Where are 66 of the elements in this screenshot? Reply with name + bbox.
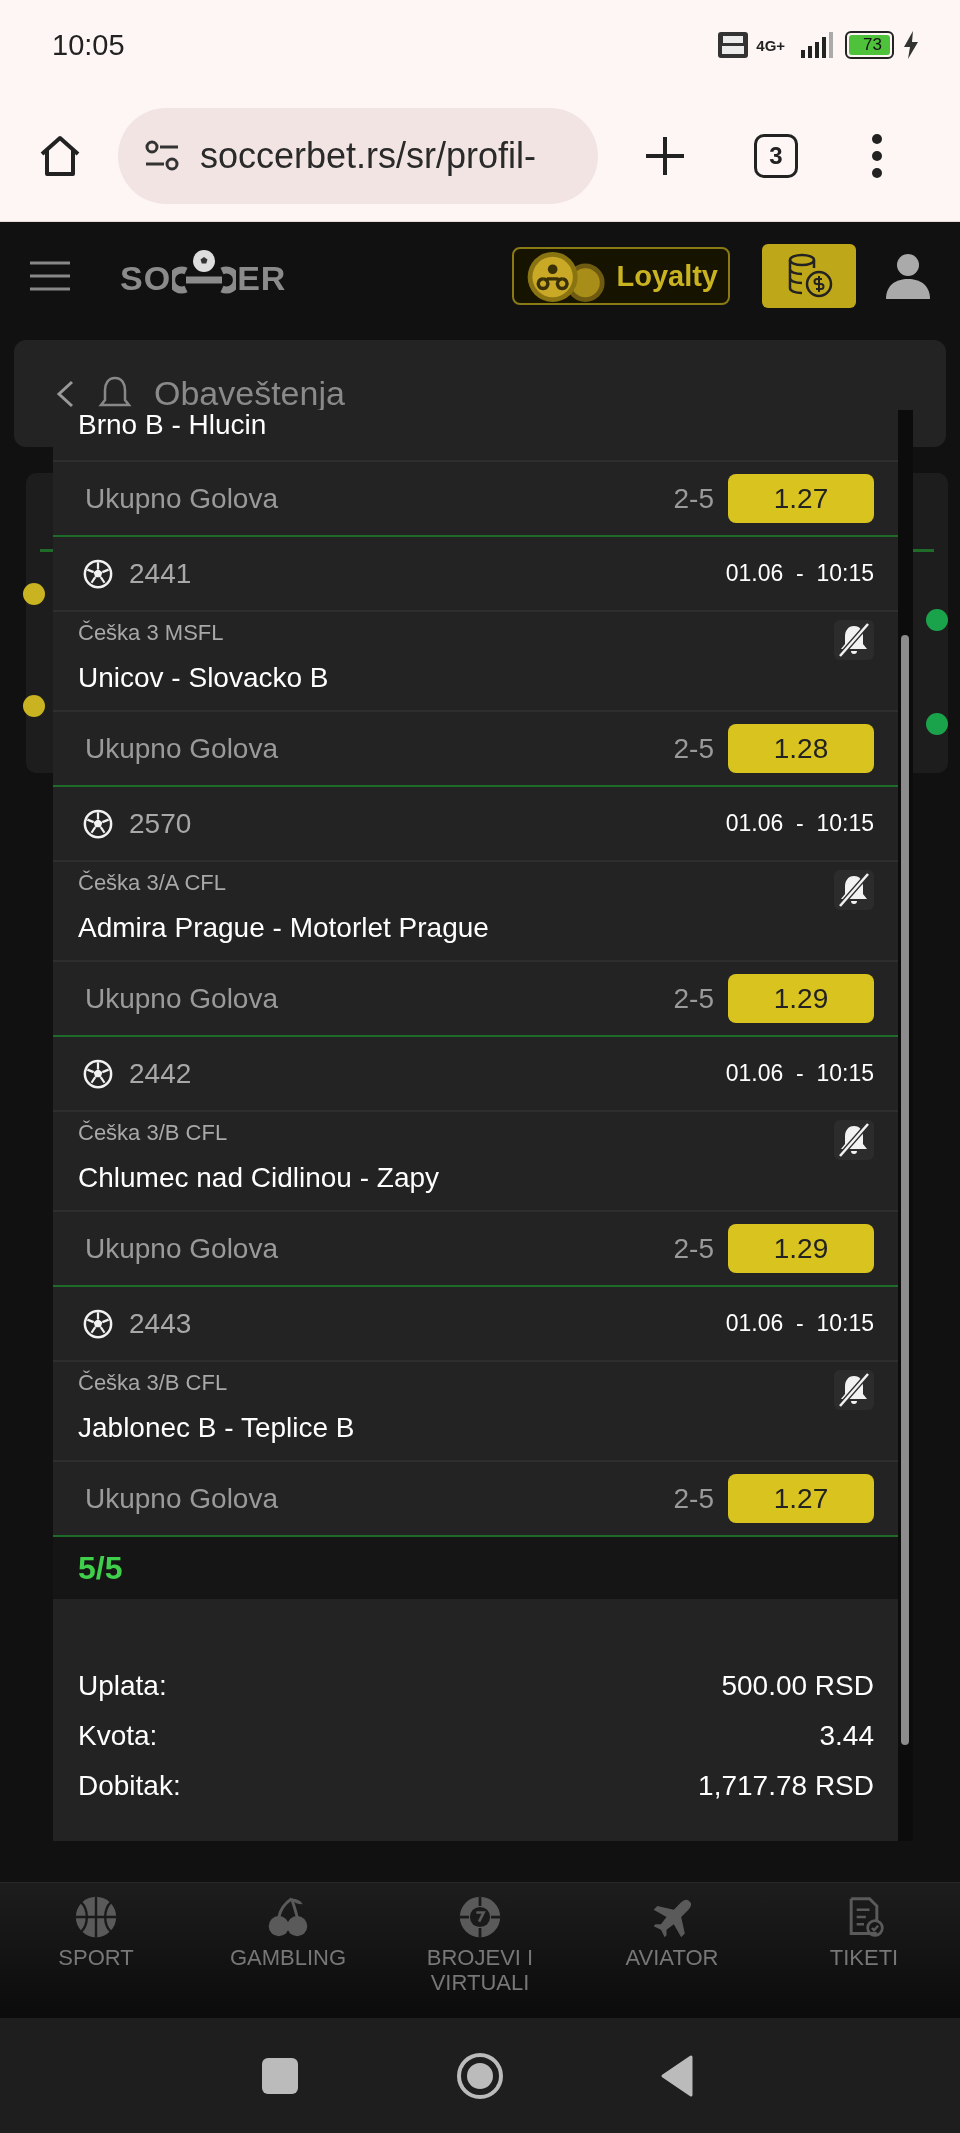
market-name: Ukupno Golova bbox=[85, 982, 279, 1015]
summary-value: 1,717.78 RSD bbox=[698, 1770, 874, 1802]
wallet-button[interactable] bbox=[762, 244, 856, 308]
pick-label: 2-5 bbox=[673, 482, 714, 515]
menu-icon[interactable] bbox=[870, 132, 884, 179]
league-name: Češka 3 MSFL bbox=[78, 620, 224, 646]
odds-button[interactable]: 1.27 bbox=[728, 1474, 874, 1523]
nav-item[interactable]: BROJEVI I VIRTUALI bbox=[415, 1945, 545, 1995]
soccer-logo: SO ER bbox=[120, 247, 287, 295]
cherry-icon bbox=[266, 1895, 310, 1939]
scrollbar-thumb[interactable] bbox=[901, 635, 909, 1745]
battery-indicator: 73 bbox=[845, 31, 894, 59]
match-name: Admira Prague - Motorlet Prague bbox=[78, 912, 489, 943]
summary-label: Uplata: bbox=[78, 1670, 167, 1702]
nav-item[interactable]: SPORT bbox=[31, 1945, 161, 1970]
bell-off-icon[interactable] bbox=[834, 620, 874, 660]
address-bar[interactable]: soccerbet.rs/sr/profil- bbox=[118, 107, 598, 204]
match-code: 2570 bbox=[129, 807, 193, 840]
home-icon[interactable] bbox=[455, 2050, 505, 2101]
status-time: 10:05 bbox=[52, 28, 126, 62]
odds-button[interactable]: 1.27 bbox=[728, 474, 874, 523]
back-icon[interactable] bbox=[54, 378, 76, 409]
basketball-icon bbox=[74, 1895, 118, 1939]
match-code: 2443 bbox=[129, 1307, 193, 1340]
pick-label: 2-5 bbox=[673, 1482, 714, 1515]
nav-item[interactable]: TIKETI bbox=[799, 1945, 929, 1970]
tab-count-button[interactable]: 3 bbox=[754, 133, 798, 178]
league-name: Češka 3/A CFL bbox=[78, 870, 226, 896]
bell-off-icon[interactable] bbox=[834, 870, 874, 910]
match-name: Chlumec nad Cidlinou - Zapy bbox=[78, 1162, 440, 1193]
market-name: Ukupno Golova bbox=[85, 1232, 279, 1265]
page-title: Obaveštenja bbox=[154, 374, 345, 413]
league-name: Češka 3/B CFL bbox=[78, 1370, 228, 1396]
summary-value: 3.44 bbox=[819, 1720, 874, 1752]
summary-label: Kvota: bbox=[78, 1720, 158, 1752]
match-datetime: 01.06 - 10:15 bbox=[725, 1310, 874, 1337]
pick-label: 2-5 bbox=[673, 982, 714, 1015]
market-name: Ukupno Golova bbox=[85, 1482, 279, 1515]
user-icon[interactable] bbox=[886, 253, 930, 299]
odds-button[interactable]: 1.29 bbox=[728, 1224, 874, 1273]
market-name: Ukupno Golova bbox=[85, 482, 279, 515]
market-name: Ukupno Golova bbox=[85, 732, 279, 765]
summary-label: Dobitak: bbox=[78, 1770, 181, 1802]
match-name: Jablonec B - Teplice B bbox=[78, 1412, 355, 1443]
nav-item[interactable]: GAMBLING bbox=[223, 1945, 353, 1970]
league-name: Češka 3/B CFL bbox=[78, 1120, 228, 1146]
match-code: 2441 bbox=[129, 557, 193, 590]
match-datetime: 01.06 - 10:15 bbox=[725, 560, 874, 587]
odds-button[interactable]: 1.29 bbox=[728, 974, 874, 1023]
nav-item[interactable]: AVIATOR bbox=[607, 1945, 737, 1970]
lottery-ball-icon bbox=[458, 1895, 502, 1939]
pick-label: 2-5 bbox=[673, 732, 714, 765]
match-datetime: 01.06 - 10:15 bbox=[725, 810, 874, 837]
network-label: 4G+ bbox=[756, 37, 786, 53]
match-datetime: 01.06 - 10:15 bbox=[725, 1060, 874, 1087]
bell-off-icon[interactable] bbox=[834, 1120, 874, 1160]
match-code: 2442 bbox=[129, 1057, 193, 1090]
match-name: Unicov - Slovacko B bbox=[78, 662, 329, 693]
odds-button[interactable]: 1.28 bbox=[728, 724, 874, 773]
match-name: Brno B - Hlucin bbox=[78, 410, 267, 440]
pick-label: 2-5 bbox=[673, 1232, 714, 1265]
charging-icon bbox=[902, 31, 920, 59]
bell-off-icon[interactable] bbox=[834, 1370, 874, 1410]
summary-value: 500.00 RSD bbox=[721, 1670, 874, 1702]
loyalty-button[interactable]: Loyalty bbox=[512, 247, 730, 305]
match-count: 5/5 bbox=[78, 1549, 123, 1587]
